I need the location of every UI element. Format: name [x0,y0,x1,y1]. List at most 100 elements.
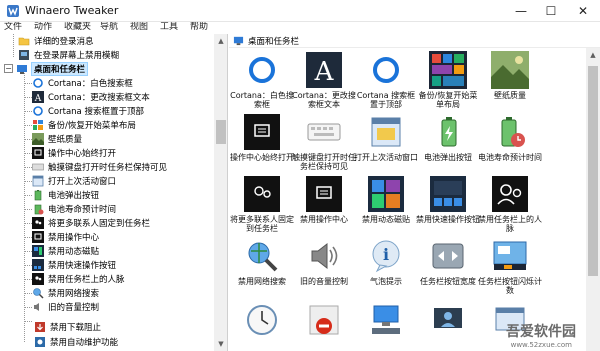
people-icon [32,217,44,229]
close-button[interactable]: ✕ [566,0,600,22]
tree-item-cortana-white[interactable]: Cortana：白色搜索框 [32,76,227,90]
action-center-icon [32,147,44,159]
collapse-toggle[interactable]: − [4,64,13,73]
tree-scroll-thumb[interactable] [216,120,226,144]
menu-favorites[interactable]: 收藏夹 [64,22,91,32]
tree-item-disable-maintenance[interactable]: 禁用自动维护功能 [34,335,227,349]
cortana-ring-icon [32,77,44,89]
speaker-icon [304,236,344,276]
info-icon: i [366,236,406,276]
battery-icon [32,189,44,201]
tree-item-disable-quick-actions[interactable]: 禁用快速操作按钮 [32,258,227,272]
app-icon [7,4,19,17]
scroll-up-arrow-icon[interactable]: ▲ [586,48,600,62]
tree-item-wallpaper-quality[interactable]: 壁纸质量 [32,132,227,146]
scroll-down-arrow-icon[interactable]: ▼ [214,337,227,351]
people-icon [242,174,282,214]
network-icon [366,300,406,340]
tile-disable-live-tiles[interactable]: 禁用动态磁贴 [355,174,417,234]
tree-item-battery-flyout[interactable]: 电池弹出按钮 [32,188,227,202]
tree-item-disable-web-search[interactable]: 禁用网络搜索 [32,286,227,300]
tile-clock[interactable] [231,300,293,351]
tree-item-desktop-taskbar[interactable]: 桌面和任务栏 [16,62,227,76]
tile-cortana-white[interactable]: Cortana：白色搜索框 [230,50,294,110]
tile-disable-quick-actions[interactable]: 禁用快速操作按钮 [416,174,480,234]
cortana-ring-icon [242,50,282,90]
menu-navigate[interactable]: 导航 [100,22,118,32]
battery-time-icon [490,112,530,152]
tree-item-last-active-window[interactable]: 打开上次活动窗口 [32,174,227,188]
tile-cortana-text[interactable]: A Cortana：更改搜索框文本 [292,50,356,110]
panel-scrollbar[interactable]: ▲ [586,48,600,351]
menu-tools[interactable]: 工具 [160,22,178,32]
tree-item-touch-keyboard[interactable]: 触摸键盘打开时任务栏保持可见 [32,160,227,174]
tile-touch-keyboard[interactable]: 触摸键盘打开时任务栏保持可见 [292,112,356,172]
menu-file[interactable]: 文件 [4,22,22,32]
globe-search-icon [32,287,44,299]
keyboard-icon [304,112,344,152]
clock-icon [242,300,282,340]
tile-battery-flyout[interactable]: 电池弹出按钮 [417,112,479,172]
start-tiles-icon [32,119,44,131]
tile-network[interactable] [355,300,417,351]
minimize-button[interactable]: — [506,0,536,22]
action-center-icon [304,174,344,214]
wallpaper-icon [32,133,44,145]
tile-old-volume[interactable]: 旧的音量控制 [293,236,355,296]
tile-action-center-open[interactable]: 操作中心始终打开 [230,112,294,172]
tree-item-disable-people[interactable]: 禁用任务栏上的人脉 [32,272,227,286]
taskbar-flash-icon [490,236,530,276]
tile-cortana-top[interactable]: Cortana 搜索框置于顶部 [355,50,417,110]
tree-item-action-center-open[interactable]: 操作中心始终打开 [32,146,227,160]
tile-battery-time[interactable]: 电池寿命预计时间 [478,112,542,172]
menu-action[interactable]: 动作 [34,22,52,32]
desktop-icon [233,36,244,46]
maintenance-icon [34,336,46,348]
tree-item-disable-blur[interactable]: 在登录屏幕上禁用模糊 [18,48,227,62]
menu-bar: 文件 动作 收藏夹 导航 视图 工具 帮助 [0,22,600,34]
wallpaper-icon [490,50,530,90]
no-entry-icon [304,300,344,340]
content-panel: 桌面和任务栏 Cortana：白色搜索框 A Cortana：更改搜索框文本 C… [229,34,600,351]
tile-user-pc[interactable] [417,300,479,351]
category-tree[interactable]: 详细的登录消息 在登录屏幕上禁用模糊 − 桌面和任务栏 Cortana：白色搜索… [0,34,228,351]
tree-item-start-layout[interactable]: 备份/恢复开始菜单布局 [32,118,227,132]
tile-wallpaper-quality[interactable]: 壁纸质量 [479,50,541,110]
action-center-icon [242,112,282,152]
panel-scroll-thumb[interactable] [588,66,598,276]
download-icon [34,321,46,333]
user-pc-icon [428,300,468,340]
tree-item-battery-time[interactable]: 电池寿命预计时间 [32,202,227,216]
tree-item-disable-live-tiles[interactable]: 禁用动态磁贴 [32,244,227,258]
tree-item-pin-contacts[interactable]: 将更多联系人固定到任务栏 [32,216,227,230]
keyboard-icon [32,161,44,173]
quick-actions-icon [32,259,44,271]
menu-view[interactable]: 视图 [130,22,148,32]
tile-start-layout[interactable]: 备份/恢复开始菜单布局 [417,50,479,110]
tree-item-cortana-top[interactable]: Cortana 搜索框置于顶部 [32,104,227,118]
tile-disable-action-center[interactable]: 禁用操作中心 [293,174,355,234]
tree-item-disable-action-center[interactable]: 禁用操作中心 [32,230,227,244]
watermark: 吾爱软件园 www.52zxue.com [490,311,584,349]
tile-taskbar-flash-count[interactable]: 任务栏按钮闪烁计数 [478,236,542,296]
tree-item-old-volume[interactable]: 旧的音量控制 [32,300,227,314]
maximize-button[interactable]: ☐ [536,0,566,22]
tile-taskbar-button-width[interactable]: 任务栏按钮宽度 [417,236,479,296]
live-tiles-icon [32,245,44,257]
globe-search-icon [242,236,282,276]
tile-pin-contacts[interactable]: 将更多联系人固定到任务栏 [230,174,294,234]
watermark-url: www.52zxue.com [510,341,572,349]
tile-balloon-tips[interactable]: i 气泡提示 [355,236,417,296]
tree-item-disable-download-block[interactable]: 禁用下载阻止 [34,320,227,334]
tree-scrollbar[interactable]: ▲ ▼ [214,34,227,351]
menu-help[interactable]: 帮助 [190,22,208,32]
tree-item-verbose-logon[interactable]: 详细的登录消息 [18,34,227,48]
tile-last-active-window[interactable]: 打开上次活动窗口 [354,112,418,172]
window-title: Winaero Tweaker [25,4,119,17]
tile-disable-people[interactable]: 禁用任务栏上的人脉 [478,174,542,234]
scroll-up-arrow-icon[interactable]: ▲ [214,34,227,48]
title-bar: Winaero Tweaker — ☐ ✕ [0,0,600,22]
tile-no-entry[interactable] [293,300,355,351]
tree-item-cortana-text[interactable]: A Cortana：更改搜索框文本 [32,90,227,104]
tile-disable-web-search[interactable]: 禁用网络搜索 [231,236,293,296]
